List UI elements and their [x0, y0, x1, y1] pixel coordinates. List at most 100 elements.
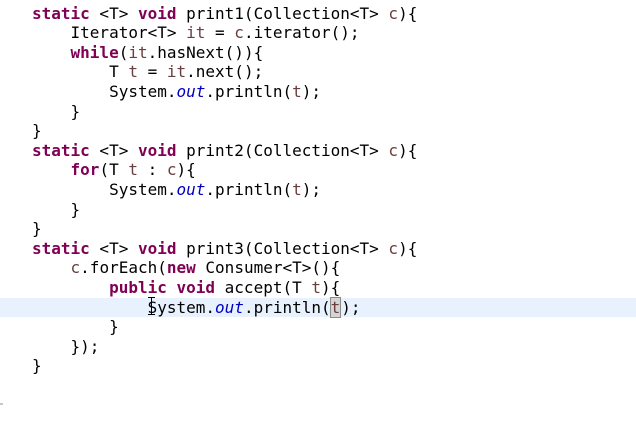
code-token: for [70, 160, 100, 180]
code-token: } [32, 356, 42, 376]
code-token: t [329, 296, 342, 318]
code-line[interactable]: System.out.println(t); [0, 180, 636, 200]
code-token: Consumer<T>(){ [195, 258, 341, 278]
code-line[interactable]: } [0, 219, 636, 239]
code-line-text: } [32, 200, 81, 220]
code-token: ){ [398, 3, 418, 23]
code-token: void [137, 3, 177, 23]
code-line[interactable]: } [0, 356, 636, 376]
code-token: c [166, 160, 177, 180]
code-token: ( [118, 42, 129, 62]
code-token: .hasNext()){ [147, 42, 264, 62]
code-token: t [292, 179, 302, 199]
code-line[interactable]: Iterator<T> it = c.iterator(); [0, 23, 636, 43]
code-line-text: static <T> void print3(Collection<T> c){ [32, 239, 417, 259]
code-token: } [32, 317, 119, 337]
code-token: c [70, 258, 81, 278]
code-token: it [186, 23, 206, 43]
code-token: .println( [243, 297, 331, 317]
code-token: t [128, 160, 138, 180]
code-token: c [388, 140, 399, 160]
code-token: System. [32, 297, 216, 317]
code-token: .println( [205, 179, 293, 199]
code-token: print2(Collection<T> [176, 140, 389, 160]
code-token: c [234, 23, 244, 43]
code-line-text: for(T t : c){ [32, 160, 196, 180]
code-token: ){ [398, 140, 418, 160]
code-token: c [388, 238, 399, 258]
code-line[interactable]: public void accept(T t){ [0, 278, 636, 298]
code-token: out [176, 81, 206, 101]
code-token: static [32, 3, 90, 23]
code-token: static [32, 140, 90, 160]
code-line[interactable]: static <T> void print1(Collection<T> c){ [0, 4, 636, 24]
code-token: .println( [205, 81, 293, 101]
code-token: : [137, 160, 167, 180]
code-token: t [128, 62, 138, 82]
code-token: void [137, 238, 177, 258]
code-token: <T> [89, 238, 138, 258]
code-line-text: static <T> void print2(Collection<T> c){ [32, 141, 417, 161]
code-token: ); [301, 179, 322, 199]
code-line-text: System.out.println(t); [32, 82, 321, 102]
code-token: } [32, 101, 81, 121]
code-line-text: } [32, 356, 42, 376]
code-editor[interactable]: static <T> void print1(Collection<T> c){… [0, 0, 636, 425]
code-token: print1(Collection<T> [176, 3, 389, 23]
code-token: } [32, 121, 42, 141]
code-token: <T> [89, 140, 138, 160]
code-line[interactable]: System.out.println(t); [0, 296, 636, 318]
code-token: .next(); [186, 62, 264, 82]
code-token: = [205, 23, 235, 43]
code-line-text: Iterator<T> it = c.iterator(); [32, 23, 360, 43]
code-token: }); [32, 336, 100, 356]
code-line-text: T t = it.next(); [32, 62, 263, 82]
code-token: = [137, 62, 167, 82]
code-token: void [137, 140, 177, 160]
code-token: Iterator<T> [32, 23, 187, 43]
code-token: t [292, 81, 302, 101]
text-cursor-icon [148, 296, 156, 316]
code-line[interactable]: T t = it.next(); [0, 62, 636, 82]
code-token: ){ [321, 277, 341, 297]
code-line-text: while(it.hasNext()){ [32, 42, 264, 63]
code-line-text: static <T> void print1(Collection<T> c){ [32, 4, 417, 24]
code-line[interactable]: }); [0, 337, 636, 357]
margin-marker [0, 403, 3, 405]
code-token: System. [32, 81, 177, 101]
code-token: System. [32, 179, 177, 199]
code-token: T [32, 62, 129, 82]
code-line[interactable]: } [0, 121, 636, 141]
code-token: .forEach( [80, 258, 167, 278]
code-token: new [166, 258, 196, 278]
code-token: <T> [89, 3, 138, 23]
code-line[interactable]: c.forEach(new Consumer<T>(){ [0, 258, 636, 278]
code-line[interactable]: for(T t : c){ [0, 160, 636, 180]
code-line-text: } [32, 101, 81, 122]
code-line[interactable]: static <T> void print3(Collection<T> c){ [0, 239, 636, 259]
code-line[interactable]: System.out.println(t); [0, 82, 636, 102]
code-token: public [109, 277, 167, 297]
code-line[interactable]: while(it.hasNext()){ [0, 43, 636, 63]
code-token: (T [99, 160, 129, 180]
code-line-text: } [32, 121, 42, 141]
code-line[interactable]: } [0, 102, 636, 122]
code-line[interactable]: static <T> void print2(Collection<T> c){ [0, 141, 636, 161]
code-token: c [388, 3, 399, 23]
code-line-text: } [32, 219, 42, 239]
code-token: print3(Collection<T> [176, 238, 389, 258]
code-line-text: System.out.println(t); [32, 180, 321, 200]
code-token: it [166, 62, 187, 82]
code-token: ); [301, 81, 322, 101]
code-token: .iterator(); [243, 23, 360, 43]
code-token: accept(T [215, 277, 312, 297]
code-line-text: public void accept(T t){ [32, 278, 340, 298]
code-line-text: }); [32, 336, 100, 357]
code-token: void [176, 277, 216, 297]
code-line[interactable]: } [0, 200, 636, 220]
code-line[interactable]: } [0, 317, 636, 337]
